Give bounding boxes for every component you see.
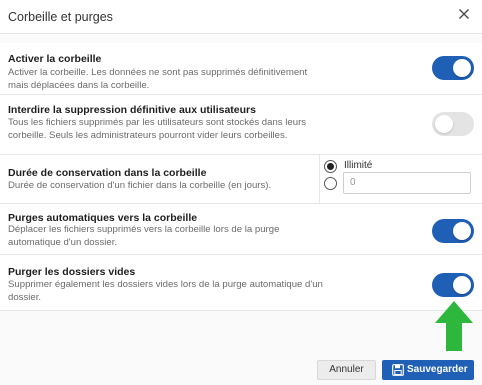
enable-trash-toggle[interactable] (432, 56, 474, 80)
save-icon (392, 364, 404, 376)
arrow-up-icon (435, 301, 473, 351)
setting-title: Purger les dossiers vides (8, 266, 136, 278)
setting-title: Interdire la suppression définitive aux … (8, 104, 256, 116)
toggle-knob (453, 276, 471, 294)
toggle-knob (453, 222, 471, 240)
forbid-permanent-delete-toggle[interactable] (432, 112, 474, 136)
toggle-knob (453, 59, 471, 77)
dialog-header: Corbeille et purges (0, 0, 482, 34)
setting-row-forbid-permanent-delete: Interdire la suppression définitive aux … (0, 95, 482, 155)
setting-row-purge-empty-folders: Purger les dossiers vides Supprimer égal… (0, 255, 482, 311)
close-icon[interactable] (456, 6, 472, 22)
setting-row-enable-trash: Activer la corbeille Activer la corbeill… (0, 43, 482, 95)
unlimited-radio-label: Illimité (344, 160, 373, 171)
auto-purge-to-trash-toggle[interactable] (432, 219, 474, 243)
settings-list: Activer la corbeille Activer la corbeill… (0, 35, 482, 320)
setting-title: Durée de conservation dans la corbeille (8, 167, 207, 179)
setting-title: Purges automatiques vers la corbeille (8, 212, 198, 224)
setting-title: Activer la corbeille (8, 53, 102, 65)
toggle-knob (435, 115, 453, 133)
setting-row-auto-purge-to-trash: Purges automatiques vers la corbeille Dé… (0, 204, 482, 255)
save-button-label: Sauvegarder (407, 364, 468, 375)
setting-description: Supprimer également les dossiers vides l… (8, 279, 323, 303)
dialog-footer: Annuler Sauvegarder (0, 320, 482, 385)
setting-row-retention: Durée de conservation dans la corbeille … (0, 155, 482, 204)
dialog-title: Corbeille et purges (8, 10, 113, 24)
column-divider (319, 155, 320, 203)
unlimited-radio[interactable] (324, 160, 337, 173)
setting-description: Tous les fichiers supprimés par les util… (8, 117, 307, 141)
setting-description: Déplacer les fichiers supprimés vers la … (8, 224, 280, 248)
trash-purge-dialog: Corbeille et purges Activer la corbeille… (0, 0, 482, 385)
cancel-button[interactable]: Annuler (317, 360, 376, 380)
setting-description: Activer la corbeille. Les données ne son… (8, 67, 308, 91)
retention-days-placeholder: 0 (350, 177, 356, 188)
save-button[interactable]: Sauvegarder (382, 360, 474, 380)
custom-days-radio[interactable] (324, 177, 337, 190)
retention-days-input[interactable]: 0 (343, 172, 471, 194)
purge-empty-folders-toggle[interactable] (432, 273, 474, 297)
setting-description: Durée de conservation d'un fichier dans … (8, 180, 272, 191)
